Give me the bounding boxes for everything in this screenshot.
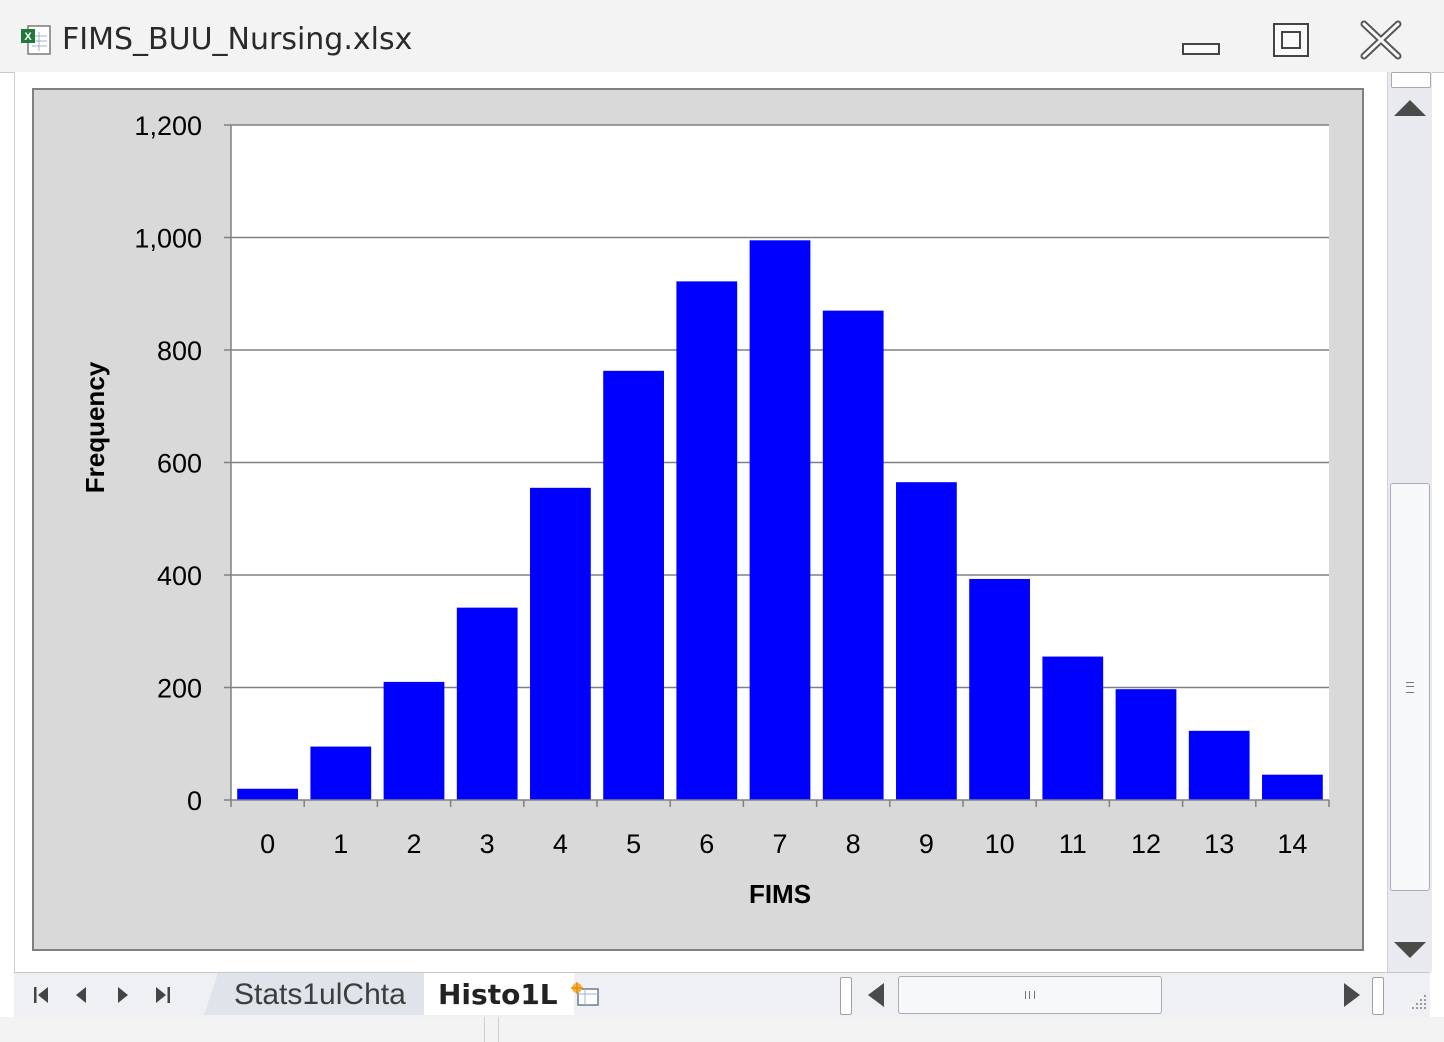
right-split-box[interactable] [1372, 977, 1384, 1015]
first-sheet-button[interactable] [28, 981, 56, 1009]
horizontal-scroll-thumb[interactable] [898, 976, 1162, 1014]
divider [498, 1017, 499, 1042]
bar [1115, 689, 1177, 800]
last-icon [156, 987, 170, 1003]
y-tick-label: 600 [157, 449, 202, 479]
bar [237, 788, 298, 800]
x-tick-label: 2 [406, 829, 421, 859]
bar [969, 578, 1030, 800]
x-tick-label: 9 [919, 829, 934, 859]
maximize-icon [1273, 23, 1309, 57]
maximize-button[interactable] [1266, 18, 1316, 62]
grip-icon [1406, 682, 1414, 693]
prev-sheet-button[interactable] [68, 981, 96, 1009]
chart-area[interactable]: 0 200 400 600 800 1,000 1,200 0 1 2 3 4 5 6 7 8 9 10 11 12 1… [32, 88, 1364, 951]
x-axis-title: FIMS [749, 879, 811, 909]
y-axis-title: Frequency [80, 361, 110, 493]
close-button[interactable] [1356, 18, 1406, 62]
y-tick-label: 200 [157, 674, 202, 704]
vertical-scroll-thumb[interactable] [1390, 483, 1430, 891]
x-tick-label: 4 [553, 829, 568, 859]
x-tick-label: 1 [333, 829, 348, 859]
scroll-up-arrow-icon[interactable] [1390, 94, 1430, 124]
y-tick-label: 1,200 [134, 111, 202, 141]
chevron-left-icon [76, 987, 86, 1003]
bar [749, 240, 811, 800]
tab-stats1ulchta[interactable]: Stats1ulChta [204, 973, 424, 1015]
scroll-right-arrow-icon[interactable] [1338, 979, 1364, 1011]
x-tick-label: 3 [480, 829, 495, 859]
tab-histo1l[interactable]: Histo1L [424, 973, 574, 1015]
histogram-chart: 02004006008001,0001,2000 1 2 3 4 5 6 7 8 9 10 11 12 1… [80, 111, 1330, 909]
y-tick-label: 0 [187, 786, 202, 816]
next-sheet-button[interactable] [108, 981, 136, 1009]
insert-sheet-icon[interactable] [568, 979, 604, 1011]
sheet-tab-bar: Stats1ulChta Histo1L [14, 972, 1430, 1018]
y-tick-label: 800 [157, 336, 202, 366]
first-icon [34, 987, 48, 1003]
excel-file-icon: X [21, 25, 51, 55]
x-tick-label: 13 [1204, 829, 1234, 859]
bar [310, 746, 372, 800]
bar [383, 681, 445, 800]
resize-grip-icon[interactable] [1410, 993, 1428, 1011]
x-tick-label: 11 [1059, 829, 1087, 859]
x-tick-label: 6 [699, 829, 714, 859]
bar [1042, 656, 1104, 800]
bar [530, 487, 591, 800]
scroll-down-arrow-icon[interactable] [1390, 934, 1430, 964]
y-tick-label: 1,000 [134, 224, 202, 254]
x-tick-label: 12 [1131, 829, 1161, 859]
bar [456, 607, 518, 800]
bar [603, 370, 664, 800]
bar [676, 281, 738, 800]
bar [896, 482, 957, 800]
last-sheet-button[interactable] [148, 981, 176, 1009]
status-bar [0, 1017, 1444, 1042]
window-titlebar: X FIMS_BUU_Nursing.xlsx [0, 0, 1444, 73]
divider [484, 1017, 485, 1042]
x-tick-label: 10 [985, 829, 1015, 859]
close-icon [1360, 20, 1402, 60]
horizontal-split-box[interactable] [840, 977, 852, 1015]
x-tick-label: 5 [626, 829, 641, 859]
x-tick-label: 0 [260, 829, 275, 859]
grip-icon [1025, 991, 1035, 999]
window-title: FIMS_BUU_Nursing.xlsx [62, 22, 413, 57]
minimize-icon [1182, 43, 1220, 55]
bar [1188, 730, 1250, 800]
scroll-left-arrow-icon[interactable] [864, 979, 890, 1011]
x-tick-label: 7 [772, 829, 787, 859]
svg-text:X: X [24, 31, 32, 43]
split-box[interactable] [1391, 72, 1431, 88]
x-tick-label: 14 [1277, 829, 1307, 859]
y-tick-label: 400 [157, 561, 202, 591]
chevron-right-icon [118, 987, 128, 1003]
bar [1262, 774, 1323, 800]
minimize-button[interactable] [1176, 18, 1226, 62]
bar [822, 310, 884, 800]
vertical-scrollbar[interactable] [1387, 72, 1432, 972]
x-tick-label: 8 [846, 829, 861, 859]
